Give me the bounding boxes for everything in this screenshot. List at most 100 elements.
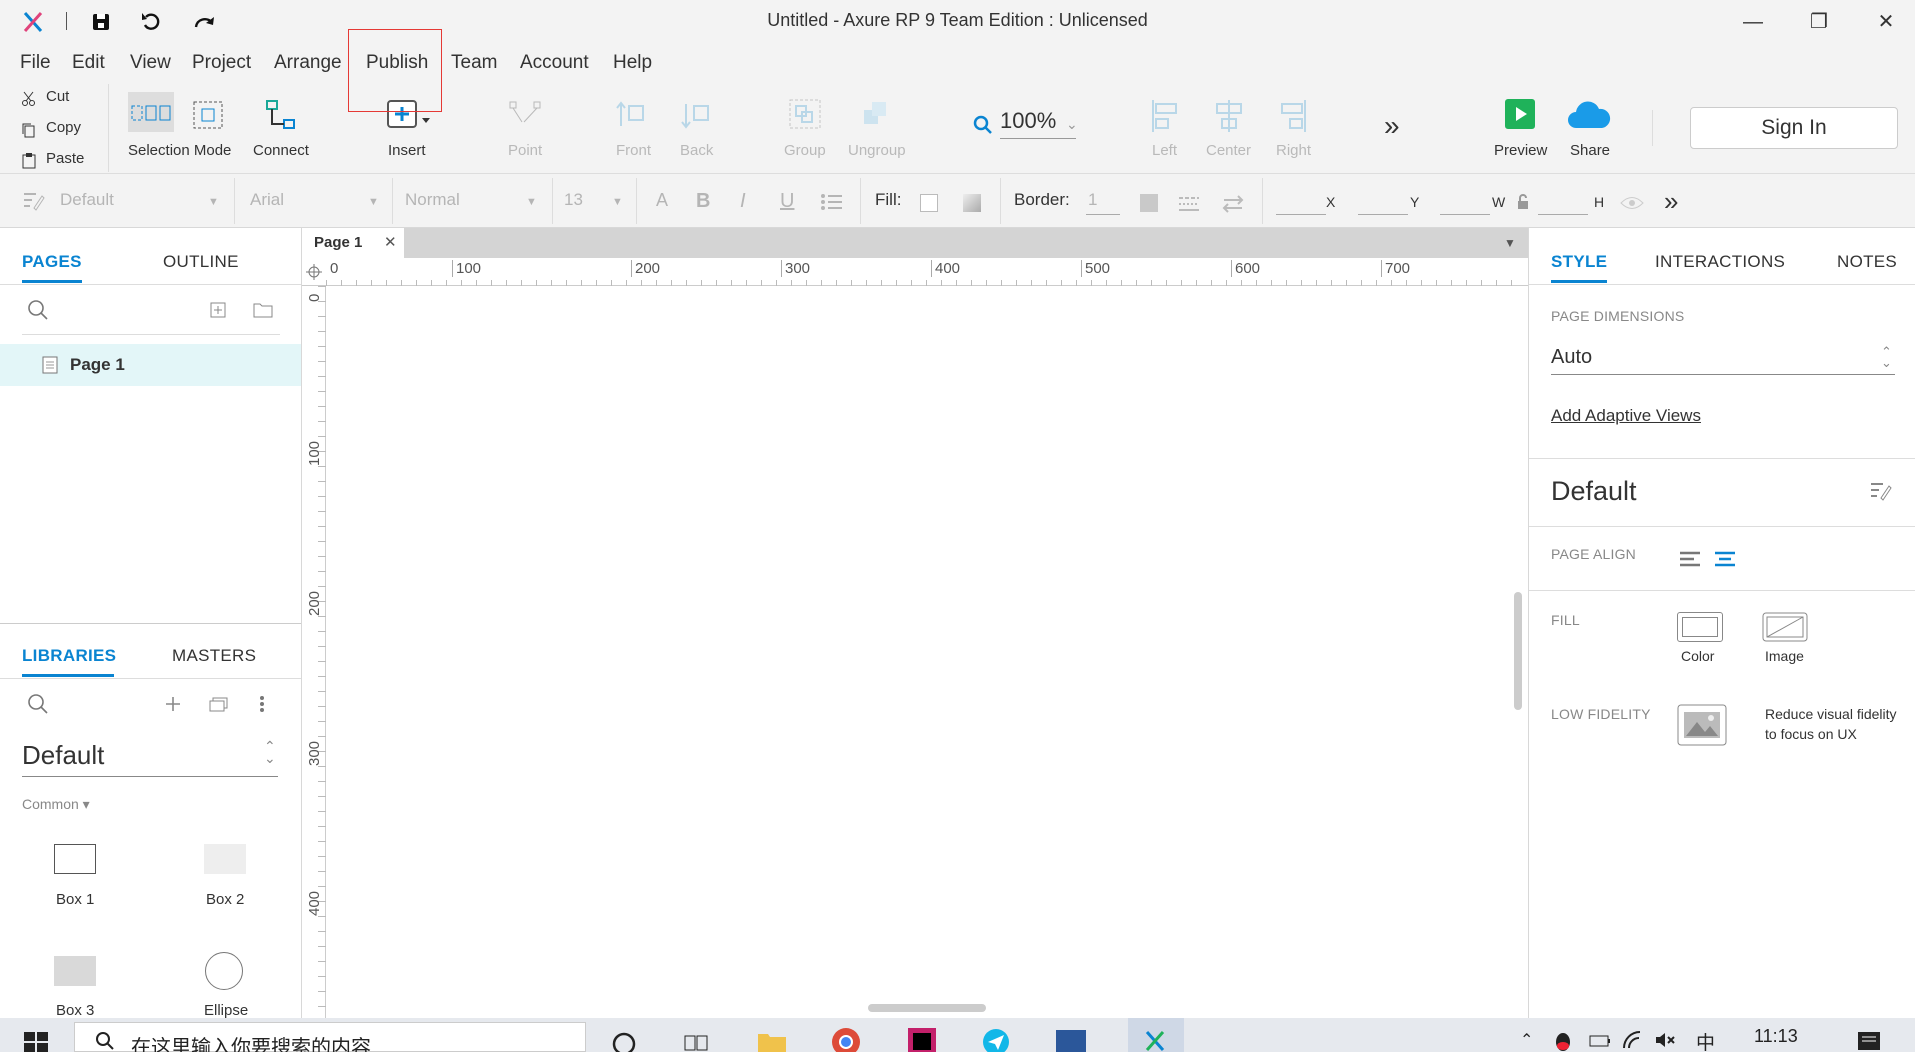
ellipse-widget[interactable] (205, 952, 243, 990)
widget-style-select[interactable]: Default (60, 190, 114, 210)
tab-interactions[interactable]: INTERACTIONS (1655, 252, 1785, 272)
taskbar-search-box[interactable]: 在这里输入你要搜索的内容 (74, 1022, 586, 1052)
visibility-eye-icon[interactable] (1620, 196, 1644, 210)
tab-list-dropdown-icon[interactable]: ▼ (1504, 236, 1516, 250)
style-dropdown-icon[interactable]: ▼ (208, 196, 219, 208)
x-input[interactable] (1276, 214, 1326, 215)
fill-image-button[interactable] (1762, 612, 1808, 642)
edit-style-icon[interactable] (1869, 480, 1893, 502)
clock-time[interactable]: 11:13 (1754, 1026, 1798, 1047)
library-select[interactable]: Default (22, 740, 104, 771)
send-back-icon[interactable] (680, 100, 716, 130)
ruler-origin-icon[interactable] (306, 264, 322, 280)
font-family-select[interactable]: Arial (250, 190, 284, 210)
bullet-list-icon[interactable] (820, 192, 844, 212)
windows-start-icon[interactable] (24, 1032, 48, 1052)
menu-project[interactable]: Project (192, 50, 251, 76)
chrome-icon[interactable] (830, 1026, 862, 1052)
cortana-icon[interactable] (610, 1030, 638, 1052)
menu-arrange[interactable]: Arrange (274, 50, 342, 76)
page-list-item-selected[interactable]: Page 1 (0, 344, 301, 386)
font-color-icon[interactable]: A (656, 190, 668, 211)
menu-edit[interactable]: Edit (72, 50, 105, 76)
font-weight-select[interactable]: Normal (405, 190, 460, 210)
toolbar-more-icon[interactable]: » (1384, 110, 1400, 142)
arrow-style-icon[interactable] (1222, 194, 1244, 214)
canvas-tab-page1[interactable]: Page 1 ✕ (302, 228, 404, 258)
box1-widget[interactable] (54, 844, 96, 874)
tab-libraries[interactable]: LIBRARIES (22, 646, 116, 666)
share-cloud-icon[interactable] (1566, 100, 1612, 130)
menu-account[interactable]: Account (520, 50, 589, 76)
menu-team[interactable]: Team (451, 50, 497, 76)
canvas-vertical-scrollbar[interactable] (1514, 592, 1522, 710)
menu-file[interactable]: File (20, 50, 51, 76)
battery-icon[interactable] (1588, 1032, 1612, 1050)
bold-icon[interactable]: B (696, 190, 710, 213)
canvas-area[interactable] (302, 228, 1528, 1018)
align-page-left-icon[interactable] (1679, 550, 1701, 568)
close-tab-icon[interactable]: ✕ (384, 233, 397, 251)
page-dimensions-select[interactable]: Auto (1551, 346, 1592, 369)
fill-gradient-icon[interactable] (963, 194, 981, 212)
messaging-app-icon[interactable] (980, 1026, 1012, 1052)
box3-widget[interactable] (54, 956, 96, 986)
preview-play-icon[interactable] (1504, 98, 1536, 130)
library-updown-icon[interactable]: ⌃ ⌄ (264, 739, 276, 765)
add-adaptive-views-link[interactable]: Add Adaptive Views (1551, 406, 1701, 426)
style-edit-icon[interactable] (22, 190, 46, 212)
maximize-button[interactable]: ❐ (1799, 6, 1839, 38)
bring-front-icon[interactable] (615, 100, 651, 130)
w-input[interactable] (1440, 214, 1490, 215)
volume-muted-icon[interactable] (1654, 1030, 1678, 1050)
menu-help[interactable]: Help (613, 50, 652, 76)
ungroup-icon[interactable] (858, 98, 892, 130)
align-page-center-icon[interactable] (1714, 550, 1736, 568)
word-icon[interactable] (1054, 1026, 1088, 1052)
h-input[interactable] (1538, 214, 1588, 215)
add-library-icon[interactable] (163, 694, 183, 714)
add-page-icon[interactable] (208, 300, 228, 320)
library-options-icon[interactable] (254, 694, 270, 714)
minimize-button[interactable]: — (1733, 6, 1773, 38)
align-right-icon[interactable] (1276, 98, 1308, 134)
library-manage-icon[interactable] (208, 694, 230, 714)
y-input[interactable] (1358, 214, 1408, 215)
weight-dropdown-icon[interactable]: ▼ (526, 196, 537, 208)
library-category[interactable]: Common ▾ (22, 796, 90, 813)
format-more-icon[interactable]: » (1664, 186, 1678, 217)
point-icon[interactable] (508, 100, 542, 132)
low-fidelity-toggle[interactable] (1677, 704, 1727, 746)
tab-outline[interactable]: OUTLINE (163, 252, 239, 272)
border-width-value[interactable]: 1 (1088, 190, 1097, 210)
italic-icon[interactable]: I (740, 190, 746, 213)
dimensions-updown-icon[interactable]: ⌃ ⌄ (1881, 345, 1892, 369)
border-color-swatch[interactable] (1140, 194, 1158, 212)
font-dropdown-icon[interactable]: ▼ (368, 196, 379, 208)
notification-center-icon[interactable] (1856, 1030, 1882, 1052)
underline-icon[interactable]: U (780, 190, 794, 213)
group-icon[interactable] (788, 98, 822, 130)
tab-notes[interactable]: NOTES (1837, 252, 1897, 272)
size-dropdown-icon[interactable]: ▼ (612, 196, 623, 208)
fill-color-button[interactable] (1677, 612, 1723, 642)
close-button[interactable]: ✕ (1866, 6, 1906, 38)
canvas-horizontal-scrollbar[interactable] (868, 1004, 986, 1012)
menu-view[interactable]: View (130, 50, 171, 76)
selection-mode-intersect-icon[interactable] (130, 98, 172, 128)
axure-taskbar-button[interactable] (1128, 1018, 1184, 1052)
file-explorer-icon[interactable] (756, 1028, 788, 1052)
tab-style[interactable]: STYLE (1551, 252, 1607, 272)
ime-indicator[interactable]: 中 (1696, 1028, 1715, 1052)
selection-mode-contain-icon[interactable] (192, 100, 224, 130)
box2-widget[interactable] (204, 844, 246, 874)
align-left-icon[interactable] (1150, 98, 1182, 134)
sign-in-button[interactable]: Sign In (1690, 107, 1898, 149)
pages-search-icon[interactable] (26, 298, 50, 322)
network-icon[interactable] (1622, 1030, 1644, 1050)
library-search-icon[interactable] (26, 692, 50, 716)
tab-pages[interactable]: PAGES (22, 252, 82, 272)
zoom-value[interactable]: 100% (1000, 108, 1056, 134)
font-size-select[interactable]: 13 (564, 190, 583, 210)
show-hidden-icons[interactable]: ⌃ (1520, 1030, 1533, 1050)
